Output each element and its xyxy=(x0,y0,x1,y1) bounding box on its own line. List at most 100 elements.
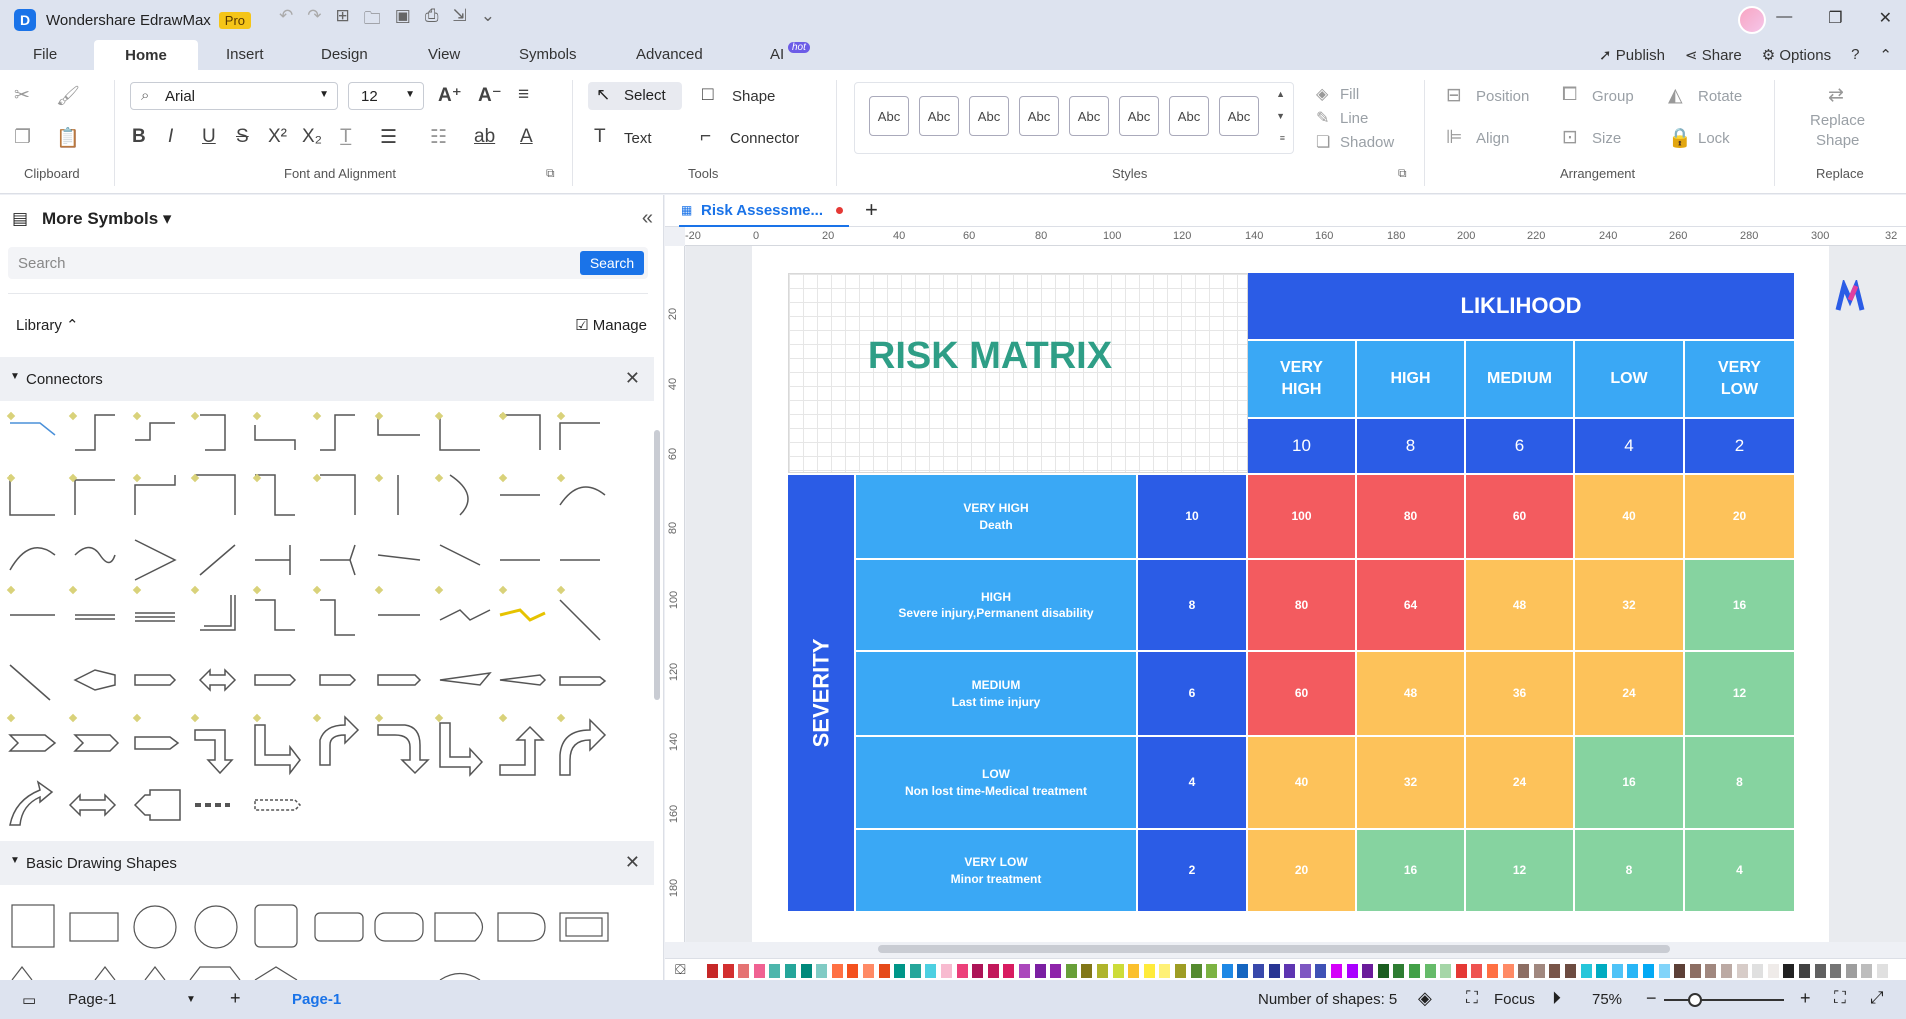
severity-header[interactable]: SEVERITY xyxy=(788,475,854,911)
severity-level[interactable]: MEDIUM Last time injury xyxy=(856,652,1136,735)
increase-font-icon[interactable]: A⁺ xyxy=(438,84,462,107)
color-swatch[interactable] xyxy=(1783,964,1795,978)
color-swatch[interactable] xyxy=(1611,964,1623,978)
print-icon[interactable]: ⎙ xyxy=(425,6,439,35)
fill-icon[interactable]: ◈ xyxy=(1316,84,1328,104)
color-swatch[interactable] xyxy=(785,964,796,978)
risk-cell[interactable]: 8 xyxy=(1685,737,1794,828)
color-swatch[interactable] xyxy=(1736,964,1748,978)
section-header-basic-drawing-shapes[interactable]: ▼ Basic Drawing Shapes ✕ xyxy=(0,841,654,885)
collapse-panel-icon[interactable]: « xyxy=(642,207,653,230)
add-tab-icon[interactable]: + xyxy=(865,197,878,223)
risk-cell[interactable]: 32 xyxy=(1357,737,1464,828)
risk-cell[interactable]: 64 xyxy=(1357,560,1464,650)
help-icon[interactable]: ? xyxy=(1851,46,1859,64)
risk-cell[interactable]: 48 xyxy=(1357,652,1464,735)
color-swatch[interactable] xyxy=(1502,964,1514,978)
underline-icon[interactable]: U xyxy=(202,126,216,148)
position-icon[interactable]: ⊟ xyxy=(1446,84,1462,107)
save-icon[interactable]: ▣ xyxy=(395,6,411,35)
color-swatch[interactable] xyxy=(1752,964,1764,978)
minimize-icon[interactable]: — xyxy=(1776,8,1792,28)
replace-shape-button[interactable]: Replace xyxy=(1810,112,1865,129)
risk-cell[interactable]: 12 xyxy=(1685,652,1794,735)
risk-cell[interactable]: 20 xyxy=(1248,830,1355,911)
text-align-icon[interactable]: ≡ xyxy=(518,84,529,106)
color-swatch[interactable] xyxy=(987,964,999,978)
rotate-button[interactable]: Rotate xyxy=(1698,88,1742,105)
chevron-down-icon[interactable]: ▼ xyxy=(186,994,196,1005)
new-icon[interactable]: ⊞ xyxy=(336,6,350,35)
zoom-value[interactable]: 75% xyxy=(1592,991,1622,1008)
align-button[interactable]: Align xyxy=(1476,130,1509,147)
color-swatch[interactable] xyxy=(1471,964,1483,978)
color-swatch[interactable] xyxy=(863,964,874,978)
matrix-title[interactable]: RISK MATRIX xyxy=(860,328,1120,384)
bold-icon[interactable]: B xyxy=(132,126,146,148)
color-swatch[interactable] xyxy=(1799,964,1810,978)
color-swatch[interactable] xyxy=(909,964,921,978)
manage-button[interactable]: ☑ Manage xyxy=(575,316,647,334)
color-swatch[interactable] xyxy=(1190,964,1202,978)
more-icon[interactable]: ⌄ xyxy=(481,6,495,35)
style-swatch[interactable]: Abc xyxy=(869,96,909,136)
zoom-in-icon[interactable]: + xyxy=(1800,988,1811,1009)
likelihood-score[interactable]: 4 xyxy=(1575,419,1683,473)
size-icon[interactable]: ⊡ xyxy=(1562,126,1578,149)
color-swatch[interactable] xyxy=(1299,964,1311,978)
italic-icon[interactable]: I xyxy=(168,126,173,148)
options-button[interactable]: ⚙ Options xyxy=(1762,46,1831,64)
color-swatch[interactable] xyxy=(831,964,843,978)
color-swatch[interactable] xyxy=(1767,964,1779,978)
text-format-icon[interactable]: T̲ xyxy=(340,126,352,148)
color-swatch[interactable] xyxy=(1221,964,1233,978)
color-swatch[interactable] xyxy=(1159,964,1171,978)
color-swatch[interactable] xyxy=(722,964,734,978)
focus-icon[interactable]: ⛶ xyxy=(1466,988,1478,1008)
risk-cell[interactable]: 20 xyxy=(1685,475,1794,558)
color-swatch[interactable] xyxy=(1674,964,1686,978)
likelihood-score[interactable]: 2 xyxy=(1685,419,1794,473)
decrease-font-icon[interactable]: A⁻ xyxy=(478,84,502,107)
color-swatch[interactable] xyxy=(1549,964,1561,978)
expand-dialog-icon[interactable]: ⧉ xyxy=(546,166,555,181)
basic-shapes-grid[interactable] xyxy=(0,895,654,980)
line-button[interactable]: Line xyxy=(1340,110,1368,127)
restore-icon[interactable]: ❐ xyxy=(1828,8,1842,28)
highlight-icon[interactable]: ab xyxy=(474,126,495,148)
page-select[interactable]: Page-1 xyxy=(68,991,116,1008)
rotate-icon[interactable]: ◭ xyxy=(1668,84,1683,107)
color-swatch[interactable] xyxy=(956,964,968,978)
likelihood-level[interactable]: VERY HIGH xyxy=(1248,341,1355,417)
replace-shape-button-line2[interactable]: Shape xyxy=(1816,132,1859,149)
search-button[interactable]: Search xyxy=(580,251,644,275)
color-swatch[interactable] xyxy=(1845,964,1857,978)
risk-cell[interactable]: 24 xyxy=(1575,652,1683,735)
fill-button[interactable]: Fill xyxy=(1340,86,1359,103)
section-header-connectors[interactable]: ▼ Connectors ✕ xyxy=(0,357,654,401)
risk-cell[interactable]: 16 xyxy=(1575,737,1683,828)
pro-badge[interactable]: Pro xyxy=(218,11,252,29)
color-swatch[interactable] xyxy=(1424,964,1436,978)
risk-cell[interactable]: 100 xyxy=(1248,475,1355,558)
group-button[interactable]: Group xyxy=(1592,88,1634,105)
close-section-icon[interactable]: ✕ xyxy=(625,852,640,873)
select-button[interactable]: ↖ Select xyxy=(588,82,682,110)
layers-icon[interactable]: ◈ xyxy=(1418,988,1432,1009)
color-swatch[interactable] xyxy=(1143,964,1155,978)
risk-cell[interactable]: 8 xyxy=(1575,830,1683,911)
close-section-icon[interactable]: ✕ xyxy=(625,368,640,389)
severity-score[interactable]: 8 xyxy=(1138,560,1246,650)
style-swatch[interactable]: Abc xyxy=(1069,96,1109,136)
page-tab[interactable]: Page-1 xyxy=(292,991,341,1008)
color-swatch[interactable] xyxy=(1643,964,1654,978)
shadow-button[interactable]: Shadow xyxy=(1340,134,1394,151)
zoom-slider-handle[interactable] xyxy=(1688,993,1702,1007)
likelihood-level[interactable]: LOW xyxy=(1575,341,1683,417)
play-icon[interactable]: ⏵ xyxy=(1552,988,1561,1009)
risk-cell[interactable]: 40 xyxy=(1248,737,1355,828)
menu-home[interactable]: Home xyxy=(94,40,198,70)
color-swatch[interactable] xyxy=(894,964,906,978)
more-symbols-title[interactable]: More Symbols ▾ xyxy=(42,209,171,229)
menu-design[interactable]: Design xyxy=(321,46,368,69)
